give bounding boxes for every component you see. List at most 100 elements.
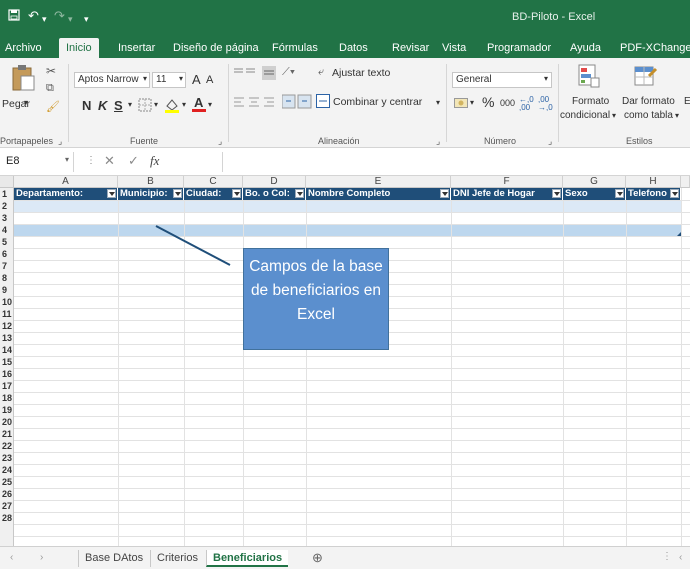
name-box[interactable]: E8 ▾ <box>2 152 74 172</box>
column-header-d[interactable]: D <box>243 176 306 188</box>
row-header[interactable]: 27 <box>0 500 14 512</box>
filter-dropdown-icon[interactable] <box>440 189 449 198</box>
borders-icon[interactable] <box>138 98 152 115</box>
format-as-table-icon[interactable] <box>634 64 658 91</box>
filter-dropdown-icon[interactable] <box>295 189 304 198</box>
row-header[interactable]: 3 <box>0 212 14 224</box>
thousands-separator-button[interactable]: 000 <box>500 98 515 108</box>
row-header[interactable]: 13 <box>0 332 14 344</box>
fill-color-icon[interactable] <box>164 97 180 116</box>
undo-dropdown-icon[interactable]: ▾ <box>42 12 47 26</box>
undo-icon[interactable]: ↶ <box>28 9 39 23</box>
conditional-formatting-label-1[interactable]: Formato <box>572 96 609 107</box>
tab-vista[interactable]: Vista <box>442 39 466 58</box>
borders-dropdown-icon[interactable]: ▾ <box>154 100 158 109</box>
row-header[interactable]: 10 <box>0 296 14 308</box>
table-header-dni-jefe-hogar[interactable]: DNI Jefe de Hogar <box>451 188 563 200</box>
table-header-sexo[interactable]: Sexo <box>563 188 626 200</box>
row-header[interactable]: 28 <box>0 512 14 524</box>
column-header-e[interactable]: E <box>306 176 451 188</box>
column-header-h[interactable]: H <box>626 176 681 188</box>
accounting-dropdown-icon[interactable]: ▾ <box>470 98 474 107</box>
prev-sheet-icon[interactable]: ‹ <box>10 552 13 563</box>
row-header[interactable]: 11 <box>0 308 14 320</box>
row-header[interactable]: 1 <box>0 188 14 200</box>
filter-dropdown-icon[interactable] <box>615 189 624 198</box>
tab-formulas[interactable]: Fórmulas <box>272 39 318 58</box>
conditional-formatting-label-2[interactable]: condicional <box>560 110 610 121</box>
row-header[interactable]: 20 <box>0 416 14 428</box>
format-as-table-label-1[interactable]: Dar formato <box>622 96 675 107</box>
sheet-tab-base-datos[interactable]: Base DAtos <box>78 550 149 567</box>
enter-icon[interactable]: ✓ <box>128 153 139 169</box>
next-sheet-icon[interactable]: › <box>40 552 43 563</box>
tab-inicio[interactable]: Inicio <box>59 38 99 58</box>
tab-revisar[interactable]: Revisar <box>392 39 429 58</box>
align-middle-icon[interactable] <box>262 66 276 83</box>
row-header[interactable]: 5 <box>0 236 14 248</box>
tab-ayuda[interactable]: Ayuda <box>570 39 601 58</box>
merge-center-icon[interactable] <box>316 94 330 111</box>
sheet-options-icon[interactable]: ⋮ <box>662 551 672 562</box>
underline-button[interactable]: S <box>114 98 123 113</box>
table-header-bo-col[interactable]: Bo. o Col: <box>243 188 306 200</box>
accounting-format-icon[interactable] <box>454 96 468 113</box>
indent-icon[interactable] <box>281 94 312 113</box>
column-header-g[interactable]: G <box>563 176 626 188</box>
paste-dropdown-icon[interactable]: ▾ <box>24 98 28 107</box>
cut-icon[interactable]: ✂ <box>46 64 56 78</box>
column-header-b[interactable]: B <box>118 176 184 188</box>
underline-dropdown-icon[interactable]: ▾ <box>128 100 132 109</box>
bold-button[interactable]: N <box>82 98 91 113</box>
row-header[interactable] <box>0 524 14 546</box>
align-left-icon[interactable] <box>234 96 278 111</box>
tab-pdf-xchange[interactable]: PDF-XChange <box>620 39 690 58</box>
tab-programador[interactable]: Programador <box>487 39 551 58</box>
table-header-telefono[interactable]: Telefono <box>626 188 681 200</box>
filter-dropdown-icon[interactable] <box>552 189 561 198</box>
font-color-icon[interactable]: A <box>192 95 206 116</box>
format-as-table-dropdown-icon[interactable]: ▾ <box>675 111 679 120</box>
decrease-decimal-button[interactable]: ,00 →,0 <box>538 96 553 112</box>
spreadsheet-grid[interactable]: A B C D E F G H Departamento: Municipio:… <box>0 176 690 546</box>
save-icon[interactable] <box>8 9 20 23</box>
wrap-text-icon[interactable]: ⤶ <box>318 66 324 79</box>
formula-input[interactable] <box>222 152 690 172</box>
row-header[interactable]: 15 <box>0 356 14 368</box>
tab-diseno-pagina[interactable]: Diseño de página <box>173 39 259 58</box>
filter-dropdown-icon[interactable] <box>670 189 679 198</box>
row-header[interactable]: 8 <box>0 272 14 284</box>
sheet-tab-criterios[interactable]: Criterios <box>150 550 204 567</box>
font-name-select[interactable]: Aptos Narrow ▾ <box>74 72 150 88</box>
add-sheet-icon[interactable]: ⊕ <box>306 548 329 565</box>
column-header-f[interactable]: F <box>451 176 563 188</box>
row-header[interactable]: 22 <box>0 440 14 452</box>
merge-dropdown-icon[interactable]: ▾ <box>436 98 440 107</box>
column-header-c[interactable]: C <box>184 176 243 188</box>
horizontal-scroll-left-icon[interactable]: ‹ <box>679 552 682 563</box>
row-header[interactable]: 4 <box>0 224 14 236</box>
orientation-icon[interactable]: ⟋▾ <box>282 66 295 79</box>
paste-icon[interactable] <box>10 64 36 95</box>
insert-function-icon[interactable]: fx <box>150 153 159 169</box>
align-top-icon[interactable] <box>234 68 258 81</box>
redo-dropdown-icon[interactable]: ▾ <box>68 12 73 26</box>
table-header-nombre-completo[interactable]: Nombre Completo <box>306 188 451 200</box>
sheet-tab-beneficiarios[interactable]: Beneficiarios <box>206 550 289 567</box>
row-header[interactable]: 17 <box>0 380 14 392</box>
row-header[interactable]: 6 <box>0 248 14 260</box>
format-as-table-label-2[interactable]: como tabla <box>624 110 673 121</box>
select-all-corner[interactable] <box>0 176 14 188</box>
number-format-select[interactable]: General ▾ <box>452 72 552 88</box>
table-header-departamento[interactable]: Departamento: <box>14 188 118 200</box>
row-header[interactable]: 25 <box>0 476 14 488</box>
font-color-dropdown-icon[interactable]: ▾ <box>208 100 212 109</box>
shrink-font-button[interactable]: A <box>206 74 213 86</box>
row-header[interactable]: 7 <box>0 260 14 272</box>
number-launcher-icon[interactable]: ⌟ <box>548 136 552 147</box>
grow-font-button[interactable]: A <box>192 72 201 87</box>
percent-style-button[interactable]: % <box>482 94 494 110</box>
increase-decimal-button[interactable]: ←,0 ,00 <box>519 96 534 112</box>
row-header[interactable]: 21 <box>0 428 14 440</box>
conditional-formatting-icon[interactable] <box>578 64 600 91</box>
